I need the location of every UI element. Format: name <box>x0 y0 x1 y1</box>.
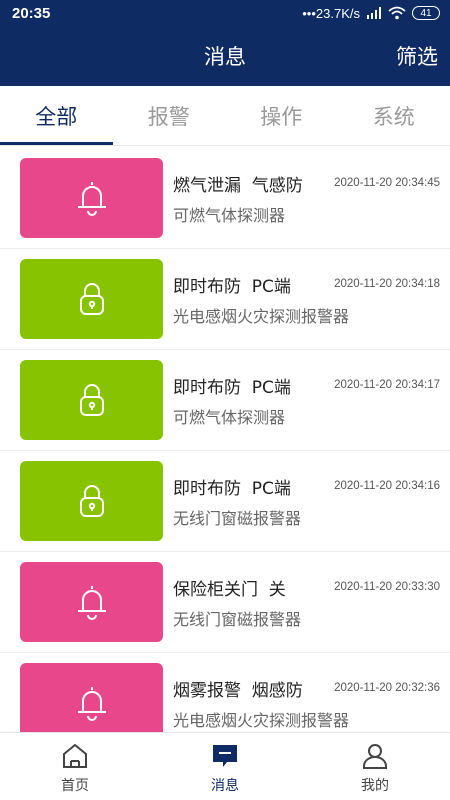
message-title: 烟雾报警 烟感防 <box>173 681 303 701</box>
message-time: 2020-11-20 20:34:18 <box>334 278 440 290</box>
operate-icon-tile <box>20 461 163 541</box>
message-device: 可燃气体探测器 <box>173 408 286 427</box>
message-title: 即时布防 PC端 <box>173 378 291 398</box>
tab-alarm[interactable]: 报警 <box>113 86 226 145</box>
lock-icon <box>79 384 104 416</box>
lock-icon <box>79 283 104 315</box>
tab-operation[interactable]: 操作 <box>225 86 338 145</box>
profile-icon <box>363 744 387 769</box>
battery-indicator: 41 <box>412 6 440 20</box>
message-item[interactable]: 保险柜关门 关 2020-11-20 20:33:30 无线门窗磁报警器 <box>0 552 450 653</box>
message-time: 2020-11-20 20:32:36 <box>334 682 440 694</box>
alarm-icon-tile <box>20 158 163 238</box>
message-title: 即时布防 PC端 <box>173 479 291 499</box>
nav-home-label: 首页 <box>61 778 89 794</box>
bell-icon <box>77 687 106 721</box>
alarm-icon-tile <box>20 562 163 642</box>
bell-icon <box>77 586 106 620</box>
network-speed: •••23.7K/s <box>302 5 360 21</box>
message-item[interactable]: 即时布防 PC端 2020-11-20 20:34:18 光电感烟火灾探测报警器 <box>0 249 450 350</box>
message-icon <box>213 745 237 767</box>
signal-icon <box>367 7 381 19</box>
filter-button[interactable]: 筛选 <box>396 41 438 71</box>
message-list[interactable]: 燃气泄漏 气感防 2020-11-20 20:34:45 可燃气体探测器 即时布… <box>0 148 450 732</box>
message-time: 2020-11-20 20:34:45 <box>334 177 440 189</box>
operate-icon-tile <box>20 360 163 440</box>
message-tabs: 全部 报警 操作 系统 <box>0 86 450 146</box>
message-time: 2020-11-20 20:34:16 <box>334 480 440 492</box>
lock-icon <box>79 485 104 517</box>
message-device: 可燃气体探测器 <box>173 206 286 225</box>
message-title: 燃气泄漏 气感防 <box>173 176 303 196</box>
home-icon <box>63 743 87 768</box>
operate-icon-tile <box>20 259 163 339</box>
message-time: 2020-11-20 20:34:17 <box>334 379 440 391</box>
status-bar: 20:35 •••23.7K/s 41 <box>0 0 450 26</box>
page-title: 消息 <box>204 45 246 69</box>
nav-profile-label: 我的 <box>361 778 389 794</box>
message-item[interactable]: 燃气泄漏 气感防 2020-11-20 20:34:45 可燃气体探测器 <box>0 148 450 249</box>
nav-messages[interactable]: 消息 <box>150 733 300 800</box>
status-indicators: •••23.7K/s 41 <box>302 6 440 21</box>
nav-messages-label: 消息 <box>211 778 239 794</box>
bottom-nav: 首页 消息 我的 <box>0 732 450 800</box>
message-item[interactable]: 即时布防 PC端 2020-11-20 20:34:17 可燃气体探测器 <box>0 350 450 451</box>
message-item[interactable]: 即时布防 PC端 2020-11-20 20:34:16 无线门窗磁报警器 <box>0 451 450 552</box>
message-device: 光电感烟火灾探测报警器 <box>173 711 350 730</box>
message-device: 光电感烟火灾探测报警器 <box>173 307 350 326</box>
tab-all[interactable]: 全部 <box>0 86 113 145</box>
nav-profile[interactable]: 我的 <box>300 733 450 800</box>
tab-system[interactable]: 系统 <box>338 86 450 145</box>
message-device: 无线门窗磁报警器 <box>173 610 302 629</box>
bell-icon <box>77 182 106 216</box>
message-device: 无线门窗磁报警器 <box>173 509 302 528</box>
message-title: 即时布防 PC端 <box>173 277 291 297</box>
message-title: 保险柜关门 关 <box>173 580 286 600</box>
message-item[interactable]: 烟雾报警 烟感防 2020-11-20 20:32:36 光电感烟火灾探测报警器 <box>0 653 450 732</box>
message-time: 2020-11-20 20:33:30 <box>334 581 440 593</box>
status-time: 20:35 <box>12 4 51 22</box>
alarm-icon-tile <box>20 663 163 732</box>
nav-home[interactable]: 首页 <box>0 733 150 800</box>
wifi-icon <box>388 6 406 20</box>
app-header: 消息 筛选 <box>0 26 450 86</box>
